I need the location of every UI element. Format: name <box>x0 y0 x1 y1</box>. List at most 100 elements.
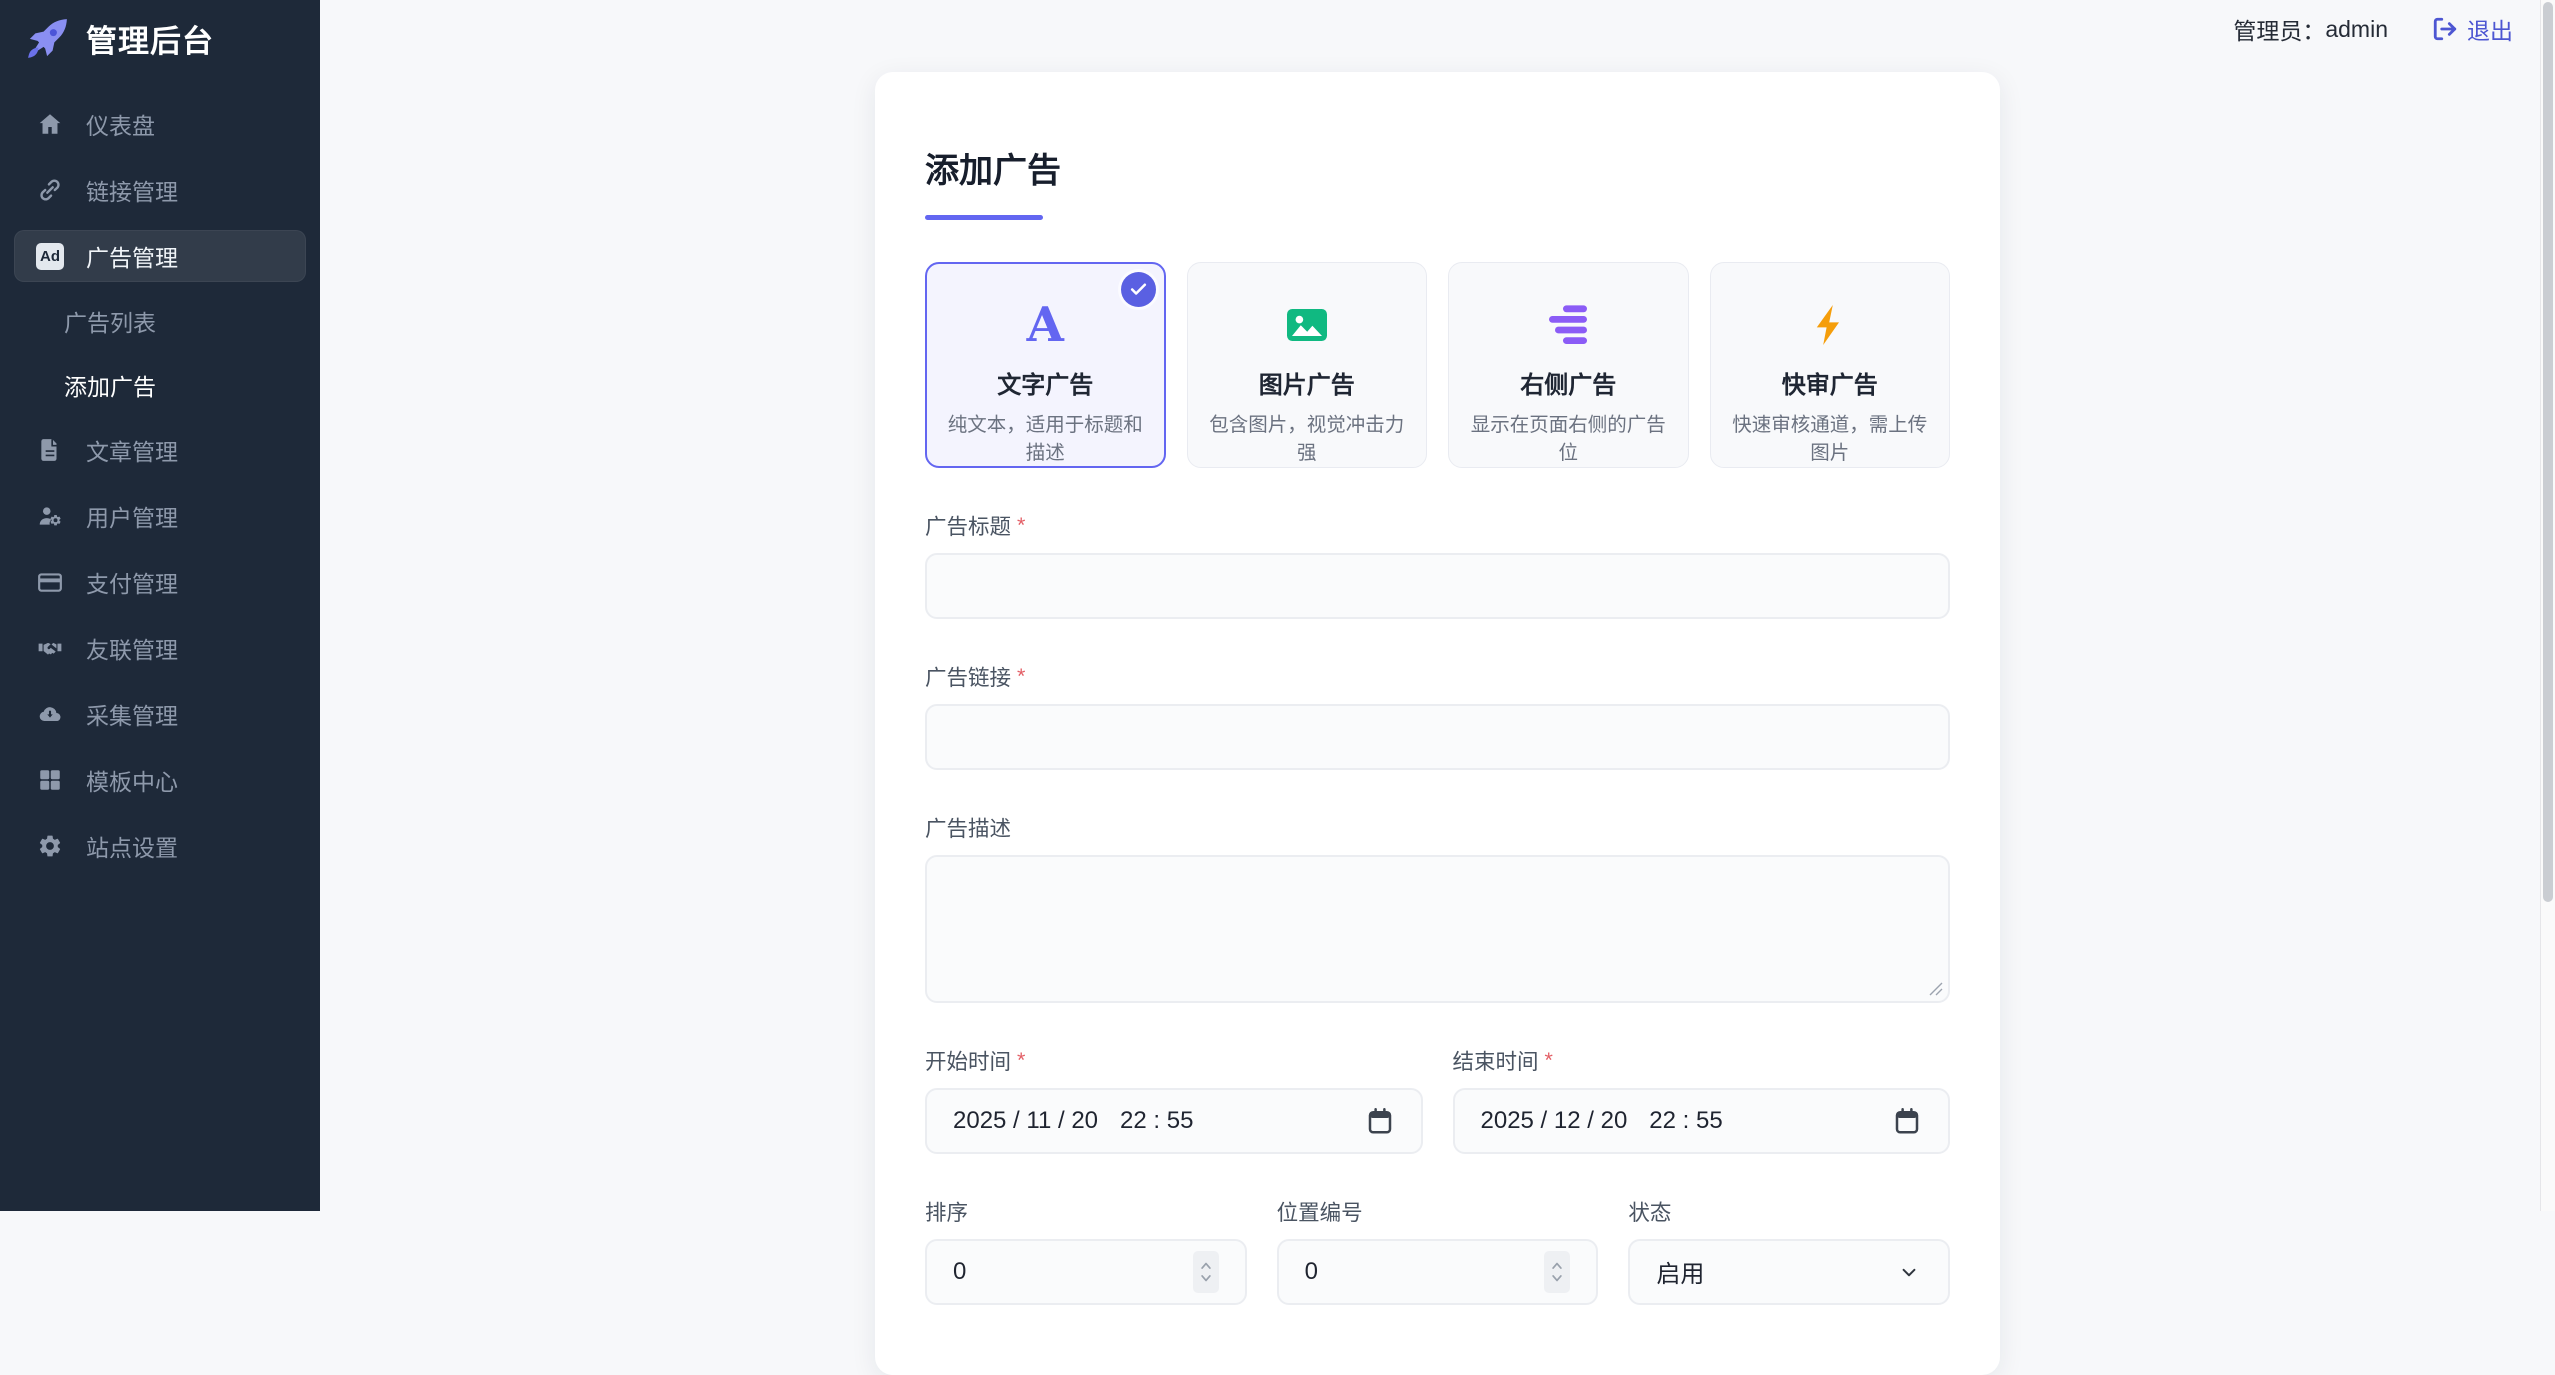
chevron-down-icon <box>1896 1259 1922 1285</box>
sidebar-item-collection[interactable]: 采集管理 <box>14 688 306 740</box>
app-title: 管理后台 <box>86 16 214 61</box>
ad-link-label: 广告链接 * <box>925 661 1950 692</box>
image-icon <box>1202 299 1413 351</box>
time-row: 开始时间 * 2025 / 11 / 20 22 : 55 结 <box>925 1045 1950 1154</box>
required-mark: * <box>1545 1048 1553 1073</box>
sidebar-item-label: 文章管理 <box>86 433 178 467</box>
sidebar: 管理后台 仪表盘 链接管理 Ad 广告管理 <box>0 0 320 1211</box>
align-right-icon <box>1463 299 1674 351</box>
sidebar-item-label: 站点设置 <box>86 829 178 863</box>
sidebar-subitem-label: 添加广告 <box>64 368 156 402</box>
ad-type-name: 文字广告 <box>940 365 1151 400</box>
position-field: 位置编号 0 <box>1277 1196 1599 1305</box>
ad-type-fast-review[interactable]: 快审广告 快速审核通道，需上传图片 <box>1710 262 1951 468</box>
sidebar-item-payments[interactable]: 支付管理 <box>14 556 306 608</box>
sidebar-item-label: 支付管理 <box>86 565 178 599</box>
sidebar-subitem-label: 广告列表 <box>64 304 156 338</box>
ad-description-textarea[interactable] <box>925 855 1950 1003</box>
sidebar-item-label: 广告管理 <box>86 239 178 273</box>
sidebar-item-label: 链接管理 <box>86 173 178 207</box>
credit-card-icon <box>36 568 64 596</box>
sort-input[interactable]: 0 <box>925 1239 1247 1305</box>
sidebar-item-links[interactable]: 链接管理 <box>14 164 306 216</box>
status-field: 状态 启用 <box>1628 1196 1950 1305</box>
position-label: 位置编号 <box>1277 1196 1599 1227</box>
resize-handle[interactable] <box>1929 982 1943 996</box>
sidebar-item-dashboard[interactable]: 仪表盘 <box>14 98 306 150</box>
logout-button[interactable]: 退出 <box>2432 12 2513 46</box>
ad-description-label: 广告描述 <box>925 812 1950 843</box>
options-row: 排序 0 位置编号 0 <box>925 1196 1950 1305</box>
ad-type-name: 快审广告 <box>1725 365 1936 400</box>
ad-description-field: 广告描述 <box>925 812 1950 1003</box>
ad-type-selector: A 文字广告 纯文本，适用于标题和描述 图片广告 包含图片，视觉冲击力强 <box>925 262 1950 468</box>
ad-type-desc: 显示在页面右侧的广告位 <box>1463 411 1674 468</box>
required-mark: * <box>1017 1048 1025 1073</box>
status-value: 启用 <box>1656 1254 1704 1289</box>
calendar-icon[interactable] <box>1365 1106 1395 1136</box>
rocket-icon <box>24 15 71 62</box>
spinner-arrows-icon <box>1549 1259 1565 1285</box>
scrollbar-thumb[interactable] <box>2543 2 2553 902</box>
ad-type-text[interactable]: A 文字广告 纯文本，适用于标题和描述 <box>925 262 1166 468</box>
grid-icon <box>36 766 64 794</box>
sidebar-item-label: 友联管理 <box>86 631 178 665</box>
sidebar-item-ad-list[interactable]: 广告列表 <box>14 296 306 346</box>
start-time-input[interactable]: 2025 / 11 / 20 22 : 55 <box>925 1088 1423 1154</box>
text-ad-icon: A <box>940 299 1151 351</box>
end-time-label: 结束时间 * <box>1453 1045 1951 1076</box>
sidebar-item-templates[interactable]: 模板中心 <box>14 754 306 806</box>
start-time-field: 开始时间 * 2025 / 11 / 20 22 : 55 <box>925 1045 1423 1154</box>
users-gear-icon <box>36 502 64 530</box>
vertical-scrollbar[interactable] <box>2540 0 2555 1211</box>
position-input[interactable]: 0 <box>1277 1239 1599 1305</box>
link-icon <box>36 176 64 204</box>
sidebar-item-articles[interactable]: 文章管理 <box>14 424 306 476</box>
sidebar-item-label: 仪表盘 <box>86 107 155 141</box>
sidebar-nav: 仪表盘 链接管理 Ad 广告管理 广告列表 添加广告 <box>0 98 320 872</box>
ad-title-input[interactable] <box>925 553 1950 619</box>
handshake-icon <box>36 634 64 662</box>
ad-type-desc: 纯文本，适用于标题和描述 <box>940 411 1151 468</box>
selected-check-badge <box>1121 272 1156 307</box>
ad-title-label: 广告标题 * <box>925 510 1950 541</box>
number-spinner[interactable] <box>1544 1251 1570 1293</box>
ad-link-field: 广告链接 * <box>925 661 1950 770</box>
sort-field: 排序 0 <box>925 1196 1247 1305</box>
ad-type-name: 右侧广告 <box>1463 365 1674 400</box>
sort-label: 排序 <box>925 1196 1247 1227</box>
sidebar-item-label: 模板中心 <box>86 763 178 797</box>
ad-type-image[interactable]: 图片广告 包含图片，视觉冲击力强 <box>1187 262 1428 468</box>
sidebar-item-add-ad[interactable]: 添加广告 <box>14 360 306 410</box>
status-label: 状态 <box>1628 1196 1950 1227</box>
required-mark: * <box>1017 664 1025 689</box>
sign-out-icon <box>2432 16 2458 42</box>
datetime-value: 2025 / 12 / 20 22 : 55 <box>1481 1107 1723 1135</box>
admin-info: 管理员： admin <box>2233 12 2388 46</box>
top-bar: 管理员： admin 退出 <box>2233 12 2513 46</box>
number-spinner[interactable] <box>1193 1251 1219 1293</box>
sidebar-item-users[interactable]: 用户管理 <box>14 490 306 542</box>
ad-type-right-side[interactable]: 右侧广告 显示在页面右侧的广告位 <box>1448 262 1689 468</box>
datetime-value: 2025 / 11 / 20 22 : 55 <box>953 1107 1193 1135</box>
ad-type-desc: 包含图片，视觉冲击力强 <box>1202 411 1413 468</box>
app-logo: 管理后台 <box>0 0 320 74</box>
ad-icon: Ad <box>36 242 64 270</box>
admin-label: 管理员： <box>2233 12 2325 46</box>
status-select[interactable]: 启用 <box>1628 1239 1950 1305</box>
sidebar-item-friend-links[interactable]: 友联管理 <box>14 622 306 674</box>
ad-link-input[interactable] <box>925 704 1950 770</box>
start-time-label: 开始时间 * <box>925 1045 1423 1076</box>
bolt-icon <box>1725 299 1936 351</box>
sidebar-item-settings[interactable]: 站点设置 <box>14 820 306 872</box>
sidebar-item-ads[interactable]: Ad 广告管理 <box>14 230 306 282</box>
required-mark: * <box>1017 513 1025 538</box>
title-underline <box>925 215 1043 220</box>
add-ad-card: 添加广告 A 文字广告 纯文本，适用于标题和描述 图片广告 包含图片，视觉冲击力… <box>875 72 2000 1375</box>
check-icon <box>1129 280 1148 299</box>
logout-label: 退出 <box>2467 12 2513 46</box>
end-time-input[interactable]: 2025 / 12 / 20 22 : 55 <box>1453 1088 1951 1154</box>
calendar-icon[interactable] <box>1892 1106 1922 1136</box>
admin-name: admin <box>2325 16 2388 43</box>
ad-title-field: 广告标题 * <box>925 510 1950 619</box>
